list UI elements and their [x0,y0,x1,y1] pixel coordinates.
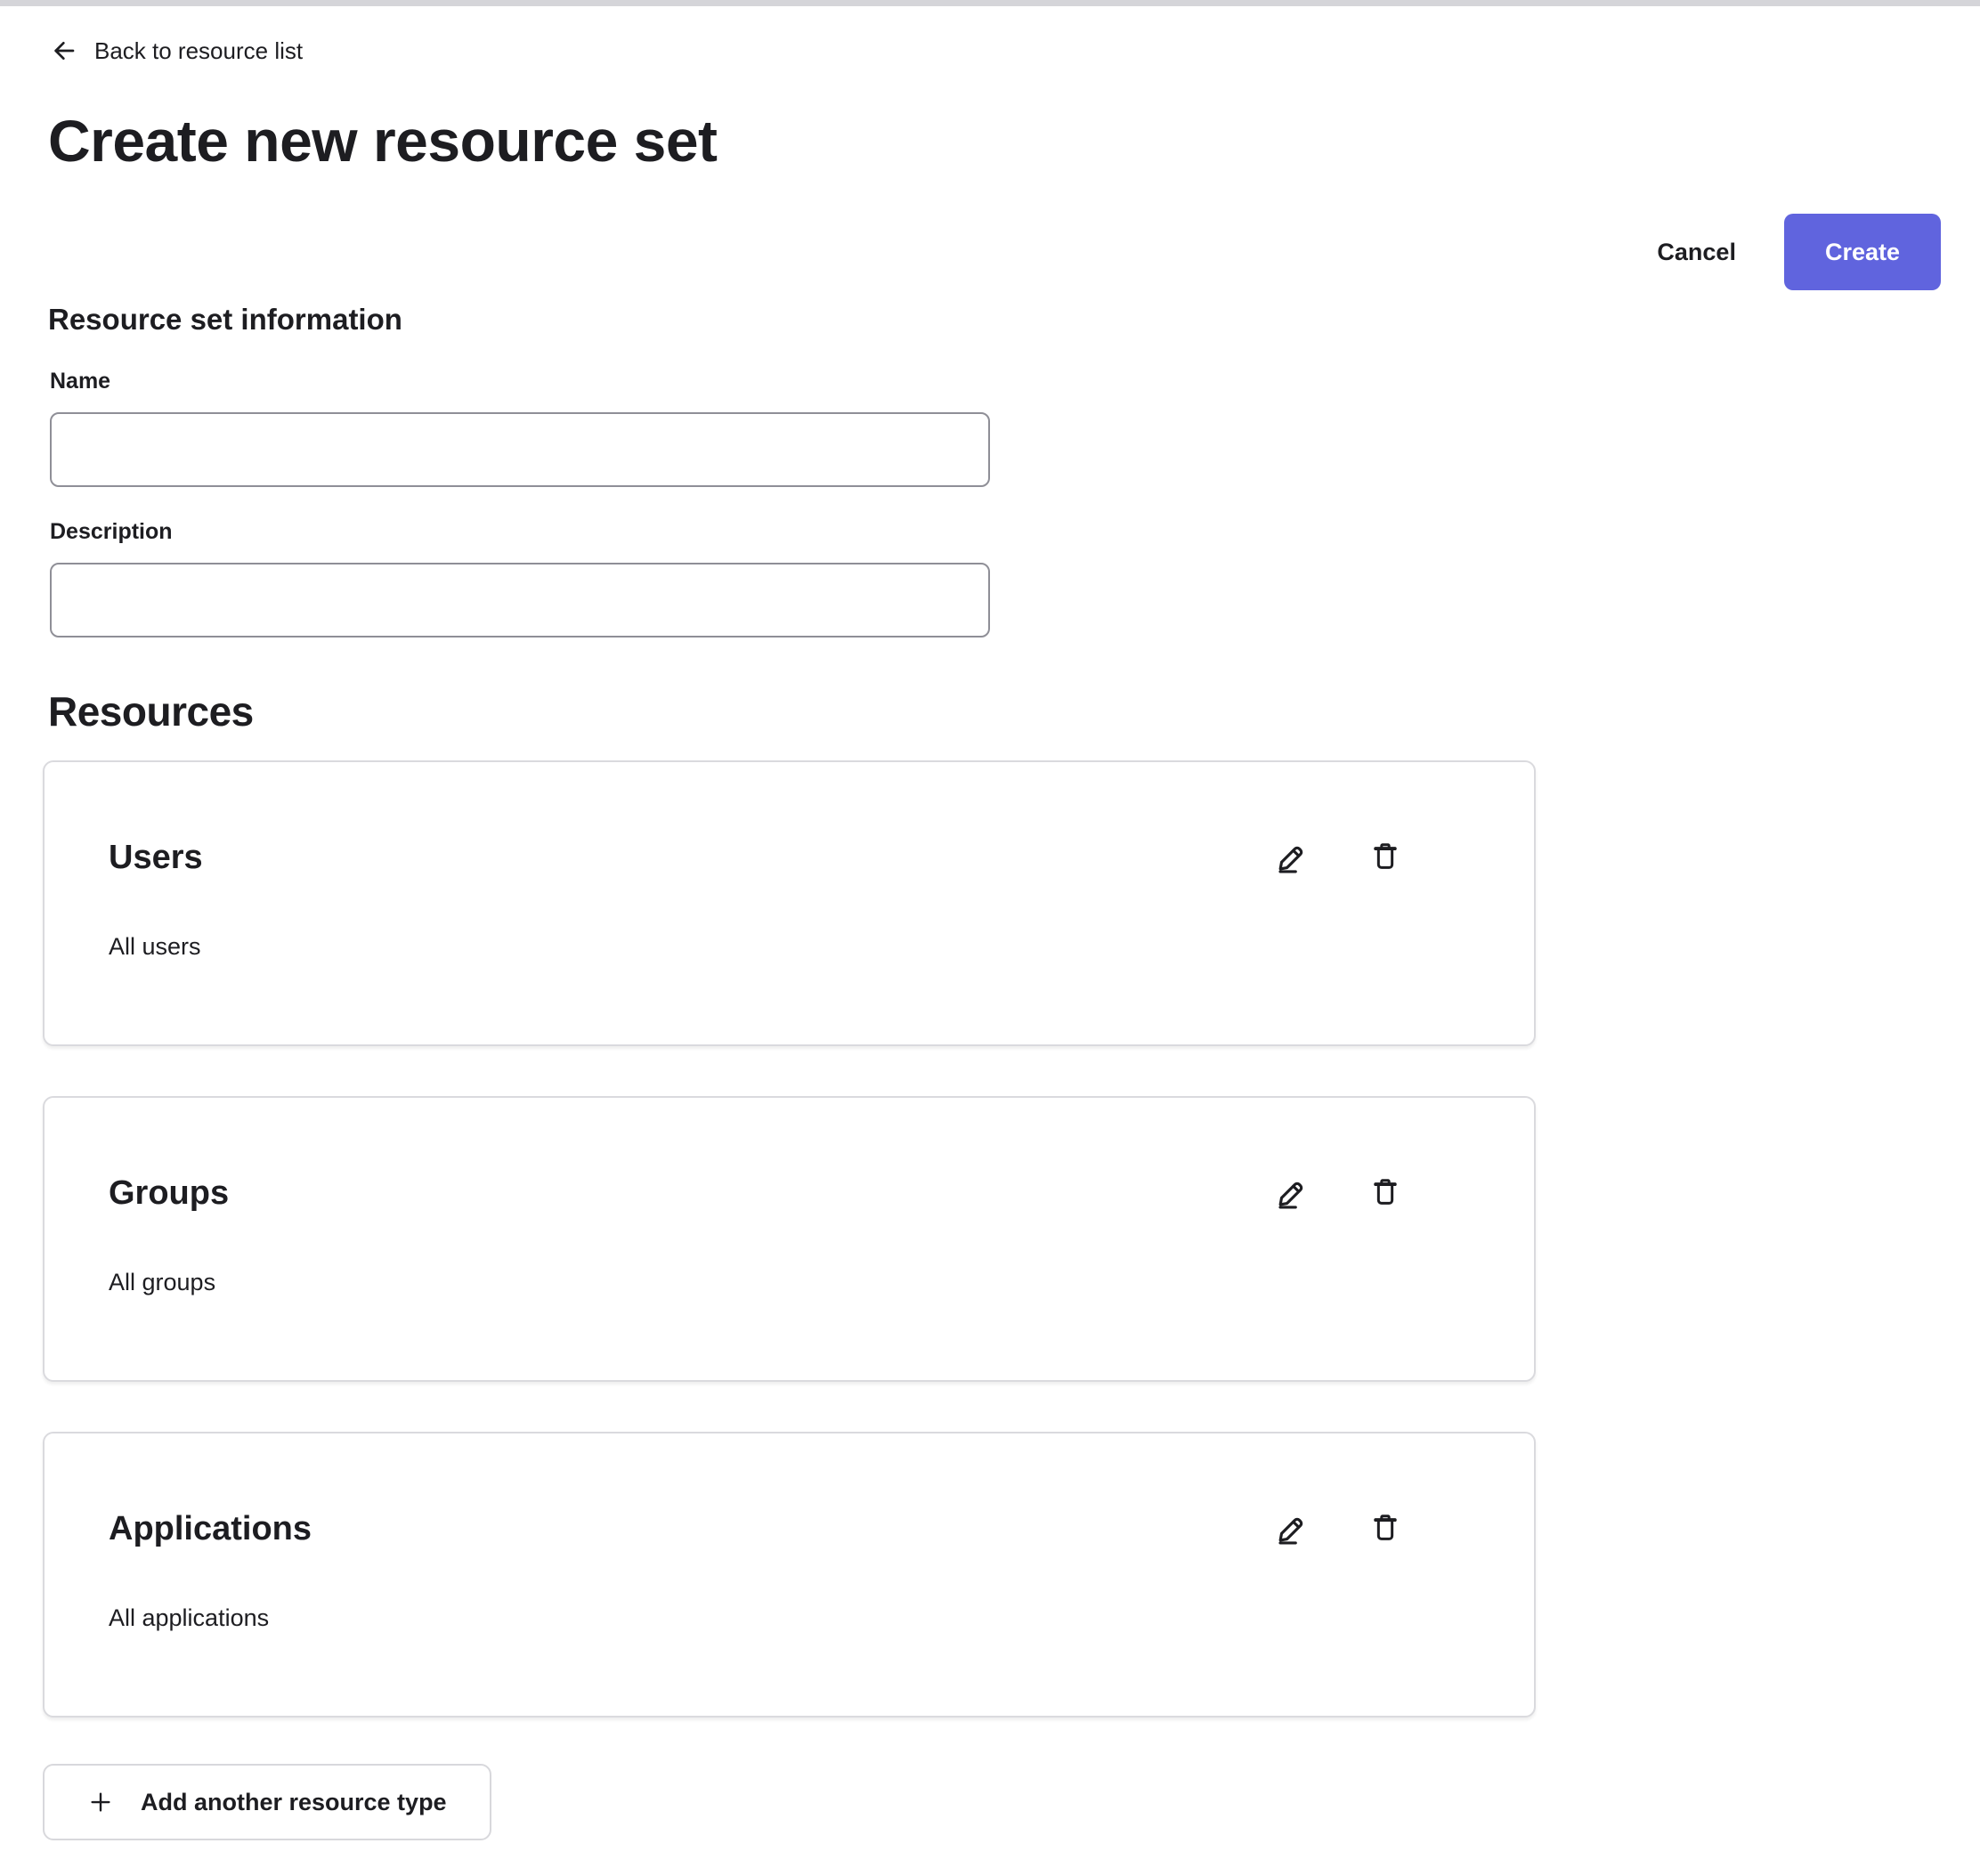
back-link-label: Back to resource list [94,37,303,65]
form-actions: Cancel Create [43,214,1941,290]
arrow-left-icon [50,37,78,65]
delete-applications-button[interactable] [1363,1506,1408,1551]
resource-card-title: Users [109,839,203,877]
edit-users-button[interactable] [1269,835,1313,880]
card-header: Groups [109,1171,1470,1215]
card-actions [1269,835,1408,880]
resource-card-groups: Groups [43,1096,1536,1382]
create-button[interactable]: Create [1784,214,1941,290]
description-input[interactable] [50,563,990,638]
plus-icon [87,1789,114,1815]
delete-users-button[interactable] [1363,835,1408,880]
create-resource-set-page: Back to resource list Create new resourc… [0,0,1980,1876]
card-actions [1269,1171,1408,1215]
resource-set-information-heading: Resource set information [48,303,1941,337]
description-label: Description [50,519,1941,545]
resource-card-title: Groups [109,1174,229,1213]
resource-card-description: All groups [109,1269,1470,1296]
pencil-edit-icon [1275,841,1307,873]
top-edge-strip [0,0,1980,6]
cancel-button[interactable]: Cancel [1630,221,1763,284]
add-resource-type-label: Add another resource type [141,1789,447,1816]
resource-card-users: Users [43,760,1536,1046]
name-input[interactable] [50,412,990,487]
add-resource-type-button[interactable]: Add another resource type [43,1764,491,1840]
back-to-resource-list-link[interactable]: Back to resource list [50,37,303,65]
resource-card-description: All users [109,933,1470,961]
trash-icon [1369,1513,1401,1545]
trash-icon [1369,841,1401,873]
resource-card-title: Applications [109,1510,312,1548]
page-title: Create new resource set [48,109,1941,173]
edit-groups-button[interactable] [1269,1171,1313,1215]
card-actions [1269,1506,1408,1551]
name-label: Name [50,369,1941,394]
resource-card-description: All applications [109,1604,1470,1632]
edit-applications-button[interactable] [1269,1506,1313,1551]
pencil-edit-icon [1275,1513,1307,1545]
pencil-edit-icon [1275,1177,1307,1209]
delete-groups-button[interactable] [1363,1171,1408,1215]
trash-icon [1369,1177,1401,1209]
resource-card-applications: Applications [43,1432,1536,1718]
page-content: Back to resource list Create new resourc… [0,6,1980,1876]
resources-heading: Resources [48,687,1941,735]
card-header: Users [109,835,1470,880]
card-header: Applications [109,1506,1470,1551]
